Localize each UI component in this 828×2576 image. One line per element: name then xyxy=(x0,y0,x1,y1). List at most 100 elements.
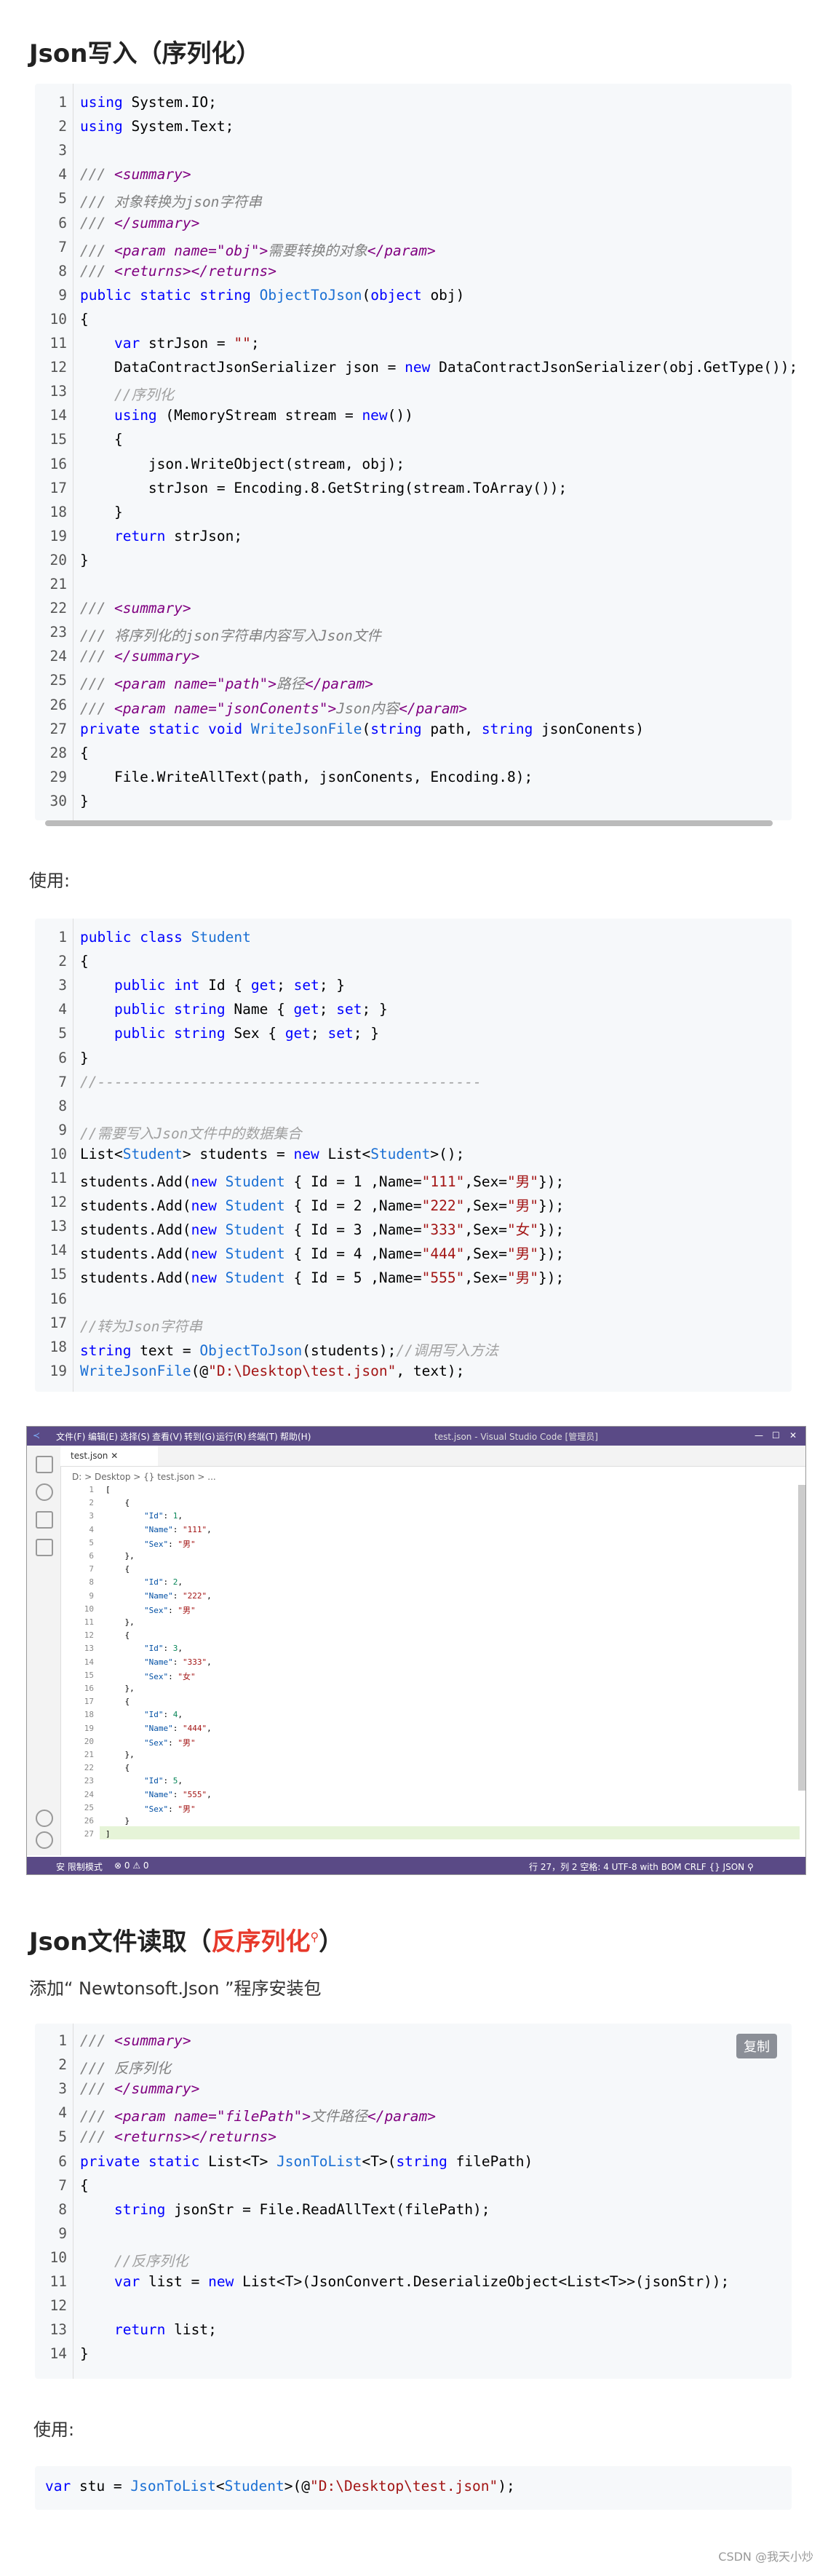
line-number: 13 xyxy=(84,1644,94,1654)
activity-bar xyxy=(27,1446,61,1855)
json-line[interactable]: }, xyxy=(106,1750,134,1759)
menu-item[interactable]: 选择(S) xyxy=(120,1430,150,1443)
line-number: 1 xyxy=(89,1485,94,1494)
current-line-highlight xyxy=(100,1826,800,1839)
json-line[interactable]: }, xyxy=(106,1617,134,1627)
code-line: /// 反序列化 xyxy=(80,2060,171,2077)
code-line: /// <param name="path">路径</param> xyxy=(80,675,373,693)
line-number: 14 xyxy=(49,1242,67,1259)
code-line: /// </summary> xyxy=(80,648,200,665)
explorer-icon[interactable] xyxy=(36,1456,53,1473)
code-line: /// <param name="obj">需要转换的对象</param> xyxy=(80,242,436,259)
gear-icon[interactable] xyxy=(36,1831,53,1849)
json-line[interactable]: "Sex": "男" xyxy=(106,1803,196,1815)
json-line[interactable]: "Sex": "女" xyxy=(106,1671,196,1682)
menu-item[interactable]: 运行(R) xyxy=(216,1430,247,1443)
code-line: string text = ObjectToJson(students);//调… xyxy=(80,1341,498,1359)
extensions-icon[interactable] xyxy=(36,1539,53,1556)
code-line: /// 对象转换为json字符串 xyxy=(80,194,262,211)
code-line: using System.Text; xyxy=(80,118,234,135)
json-line[interactable]: "Name": "333", xyxy=(106,1657,212,1667)
json-line[interactable]: "Id": 2, xyxy=(106,1577,183,1587)
code-line: /// <summary> xyxy=(80,2032,191,2049)
line-number: 4 xyxy=(58,166,67,183)
usage-label-2: 使用: xyxy=(33,2420,75,2440)
copy-button[interactable]: 复制 xyxy=(736,2034,777,2058)
line-number: 17 xyxy=(49,1314,67,1331)
problems-count[interactable]: ⊗ 0 ⚠ 0 xyxy=(114,1860,149,1871)
json-line[interactable]: "Name": "111", xyxy=(106,1525,212,1534)
line-number: 13 xyxy=(49,383,67,400)
account-icon[interactable] xyxy=(36,1810,53,1827)
json-line[interactable]: "Sex": "男" xyxy=(106,1604,196,1616)
code-line: using System.IO; xyxy=(80,94,217,111)
code-block-usage: 1 public class Student 2 {3 public int Id {… xyxy=(35,919,792,1392)
line-number: 9 xyxy=(58,1121,67,1138)
json-line[interactable]: { xyxy=(106,1763,130,1772)
source-control-icon[interactable] xyxy=(36,1511,53,1529)
menu-item[interactable]: 终端(T) xyxy=(248,1430,278,1443)
json-line[interactable]: "Name": "444", xyxy=(106,1724,212,1733)
json-line[interactable]: { xyxy=(106,1630,130,1640)
code-line: students.Add(new Student { Id = 2 ,Name=… xyxy=(80,1197,565,1215)
watermark: CSDN @我天小炒 xyxy=(718,2550,813,2564)
section-title-read: Json文件读取（反序列化⚲） xyxy=(29,1927,344,1957)
line-number: 1 xyxy=(58,929,67,946)
json-line[interactable]: "Id": 4, xyxy=(106,1710,183,1719)
json-line[interactable]: { xyxy=(106,1498,130,1507)
minimize-icon[interactable]: — xyxy=(755,1430,763,1440)
json-line[interactable]: "Name": "222", xyxy=(106,1591,212,1601)
json-line[interactable]: }, xyxy=(106,1551,134,1561)
line-number: 2 xyxy=(58,118,67,135)
code-line: { xyxy=(80,431,123,448)
status-right[interactable]: 行 27，列 2 空格: 4 UTF-8 with BOM CRLF {} JS… xyxy=(529,1860,754,1873)
line-number: 15 xyxy=(49,431,67,448)
line-number: 11 xyxy=(49,335,67,352)
json-line[interactable]: "Id": 3, xyxy=(106,1644,183,1653)
line-number: 22 xyxy=(84,1763,94,1773)
line-number: 16 xyxy=(49,1290,67,1307)
line-number: 13 xyxy=(49,1218,67,1235)
maximize-icon[interactable]: ☐ xyxy=(772,1430,780,1440)
line-number: 9 xyxy=(89,1590,94,1601)
json-line[interactable]: ] xyxy=(106,1829,111,1839)
json-line[interactable]: { xyxy=(106,1697,130,1706)
tab-test-json[interactable]: test.json ✕ xyxy=(60,1446,158,1466)
code-line: { xyxy=(80,953,89,970)
json-line[interactable]: "Sex": "男" xyxy=(106,1737,196,1748)
json-line[interactable]: }, xyxy=(106,1684,134,1693)
json-line[interactable]: "Id": 1, xyxy=(106,1511,183,1521)
code-line: //需要写入Json文件中的数据集合 xyxy=(80,1125,302,1142)
json-line[interactable]: { xyxy=(106,1564,130,1574)
code-line: private static List<T> JsonToList<T>(str… xyxy=(80,2152,533,2170)
menu-item[interactable]: 文件(F) xyxy=(56,1430,85,1443)
horizontal-scrollbar[interactable] xyxy=(45,820,773,826)
line-number: 26 xyxy=(84,1816,94,1826)
editor-scrollbar[interactable] xyxy=(798,1485,805,1791)
breadcrumb: D: > Desktop > {} test.json > ... xyxy=(72,1472,216,1482)
menu-item[interactable]: 转到(G) xyxy=(184,1430,215,1443)
line-number: 12 xyxy=(49,359,67,376)
line-number: 15 xyxy=(84,1670,94,1680)
json-line[interactable]: "Name": "555", xyxy=(106,1790,212,1799)
json-line[interactable]: "Id": 5, xyxy=(106,1776,183,1786)
vscode-logo-icon: ≺ xyxy=(33,1430,41,1440)
search-icon[interactable] xyxy=(36,1483,53,1501)
code-line: students.Add(new Student { Id = 1 ,Name=… xyxy=(80,1173,565,1190)
close-icon[interactable]: ✕ xyxy=(789,1430,797,1440)
code-line: var stu = JsonToList<Student>(@"D:\Deskt… xyxy=(45,2478,515,2494)
json-line[interactable]: "Sex": "男" xyxy=(106,1538,196,1550)
restricted-mode[interactable]: 安 限制模式 xyxy=(56,1860,103,1873)
line-number: 5 xyxy=(58,2128,67,2146)
menu-item[interactable]: 编辑(E) xyxy=(88,1430,118,1443)
json-line[interactable]: } xyxy=(106,1816,130,1826)
json-line[interactable]: [ xyxy=(106,1485,111,1494)
line-number: 4 xyxy=(58,1001,67,1018)
code-line: List<Student> students = new List<Studen… xyxy=(80,1145,465,1162)
line-number: 11 xyxy=(49,2273,67,2290)
menu-item[interactable]: 查看(V) xyxy=(152,1430,183,1443)
code-line: } xyxy=(80,551,89,568)
menu-item[interactable]: 帮助(H) xyxy=(280,1430,311,1443)
line-number: 23 xyxy=(49,624,67,641)
line-number: 20 xyxy=(84,1736,94,1746)
